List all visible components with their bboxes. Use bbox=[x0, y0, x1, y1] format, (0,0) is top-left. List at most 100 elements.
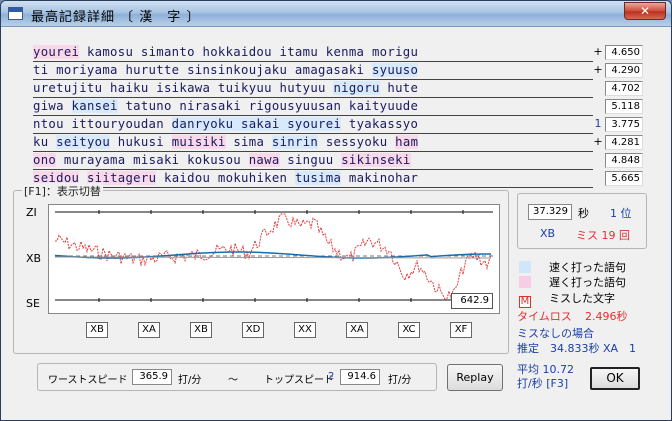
graph-canvas bbox=[54, 210, 493, 302]
word-segment: muisiki bbox=[171, 135, 226, 149]
graph-group: [F1]：表示切替 ZI XB SE 642.9 XB XA XB XD XX XA XC X… bbox=[13, 183, 509, 354]
average-speed-unit: 打/秒 [F3] bbox=[517, 377, 569, 390]
result-miss-count: ミス 19 回 bbox=[576, 229, 630, 242]
time-row: +4.281 bbox=[587, 134, 647, 152]
time-row: 4.702 bbox=[587, 80, 647, 98]
time-value: 4.290 bbox=[605, 63, 643, 78]
word-segment: sima bbox=[225, 135, 272, 149]
graph-value-box: 642.9 bbox=[451, 293, 493, 309]
word-segment: danryoku sakai syourei bbox=[171, 117, 342, 131]
word-row: yourei kamosu simanto hokkaidou itamu ke… bbox=[33, 44, 593, 62]
time-row: +4.650 bbox=[587, 44, 647, 62]
timeloss-label: タイムロス bbox=[517, 310, 572, 323]
word-segment: nawa bbox=[248, 153, 280, 167]
word-segment: ntou ittouryoudan bbox=[33, 117, 172, 131]
rank-label: XF bbox=[450, 322, 472, 338]
worst-speed-value: 365.9 bbox=[132, 369, 172, 385]
ok-button[interactable]: OK bbox=[590, 367, 640, 390]
word-row: ti moriyama hurutte sinsinkoujaku amagas… bbox=[33, 62, 593, 80]
word-segment: sessyoku bbox=[318, 135, 396, 149]
time-row: +4.290 bbox=[587, 62, 647, 80]
rank-label: XX bbox=[294, 322, 316, 338]
miss-swatch: M bbox=[519, 296, 531, 308]
word-row: ono murayama misaki kokusou nawa singuu … bbox=[33, 152, 593, 170]
time-mark: 1 bbox=[594, 117, 602, 130]
word-segment: hute bbox=[379, 81, 419, 95]
word-segment: tatuno nirasaki rigousyuusan kaityuude bbox=[117, 99, 419, 113]
time-value: 4.702 bbox=[605, 81, 643, 96]
word-row: giwa kansei tatuno nirasaki rigousyuusan… bbox=[33, 98, 593, 116]
window-icon bbox=[8, 7, 23, 20]
word-segment: sikinseki bbox=[341, 153, 411, 167]
word-segment: ku bbox=[33, 135, 57, 149]
word-segment: tyakassyo bbox=[341, 117, 419, 131]
word-segment: singuu bbox=[279, 153, 342, 167]
no-miss-heading: ミスなしの場合 bbox=[517, 327, 594, 340]
legend-slow: 遅く打った語句 bbox=[519, 274, 626, 290]
worst-speed-unit: 打/分 bbox=[178, 375, 202, 386]
title-bar[interactable]: 最高記録詳細 〔 漢 字 〕 ✕ bbox=[1, 1, 671, 27]
time-value: 4.650 bbox=[605, 45, 643, 60]
result-time: 37.329 bbox=[528, 204, 572, 220]
legend-miss: M ミスした文字 bbox=[519, 290, 615, 308]
time-value: 4.281 bbox=[605, 135, 643, 150]
word-segment: yourei bbox=[33, 45, 80, 59]
replay-button[interactable]: Replay bbox=[447, 364, 503, 391]
word-segment: uretujitu haiku isikawa tuikyuu hutyuu bbox=[33, 81, 334, 95]
word-segment: hukusi bbox=[110, 135, 172, 149]
word-segment: ham bbox=[395, 135, 419, 149]
time-value: 5.665 bbox=[605, 171, 643, 186]
word-row: seidou siitageru kaidou mokuhiken tusima… bbox=[33, 170, 593, 188]
word-segment: tusima bbox=[294, 171, 342, 185]
rank-label: XA bbox=[346, 322, 368, 338]
rank-label: XC bbox=[398, 322, 420, 338]
word-list: yourei kamosu simanto hokkaidou itamu ke… bbox=[33, 44, 593, 188]
rank-label: XB bbox=[190, 322, 212, 338]
result-grade: XB bbox=[540, 227, 556, 240]
word-segment: sinrin bbox=[271, 135, 319, 149]
time-value: 4.848 bbox=[605, 153, 643, 168]
time-row: 4.848 bbox=[587, 152, 647, 170]
word-segment: kamosu simanto hokkaidou itamu kenma mor… bbox=[79, 45, 419, 59]
speed-panel: ワーストスピード 365.9 打/分 〜 トップスピード 2 914.6 打/分 bbox=[37, 363, 437, 391]
word-segment: ono bbox=[33, 153, 57, 167]
record-detail-window: 最高記録詳細 〔 漢 字 〕 ✕ yourei kamosu simanto h… bbox=[0, 0, 672, 421]
top-speed-label: トップスピード bbox=[264, 375, 334, 386]
time-mark: + bbox=[593, 135, 603, 148]
speed-range-tilde: 〜 bbox=[228, 375, 238, 386]
legend-slow-label: 遅く打った語句 bbox=[549, 276, 626, 289]
time-row: 1 3.775 bbox=[587, 116, 647, 134]
y-label-top: ZI bbox=[26, 206, 37, 219]
result-rank: 1 位 bbox=[610, 207, 632, 220]
word-segment: kansei bbox=[71, 99, 118, 113]
word-segment: kaidou mokuhiken bbox=[156, 171, 295, 185]
window-title: 最高記録詳細 〔 漢 字 〕 bbox=[31, 10, 201, 25]
speed-graph[interactable]: 642.9 bbox=[48, 204, 500, 314]
top-speed-value: 914.6 bbox=[340, 369, 380, 385]
word-segment: seityou bbox=[56, 135, 111, 149]
timeloss-value: 2.496秒 bbox=[585, 310, 628, 323]
result-panel: 37.329 秒 1 位 XB ミス 19 回 bbox=[517, 193, 647, 249]
word-row: ku seityou hukusi muisiki sima sinrin se… bbox=[33, 134, 593, 152]
y-label-mid: XB bbox=[26, 252, 42, 265]
y-label-bottom: SE bbox=[26, 297, 40, 310]
time-value: 5.118 bbox=[605, 99, 643, 114]
legend-miss-label: ミスした文字 bbox=[549, 292, 615, 305]
time-row: 5.118 bbox=[587, 98, 647, 116]
word-row: uretujitu haiku isikawa tuikyuu hutyuu n… bbox=[33, 80, 593, 98]
word-segment: syuuso bbox=[371, 63, 419, 77]
close-button[interactable]: ✕ bbox=[624, 2, 666, 20]
client-area: yourei kamosu simanto hokkaidou itamu ke… bbox=[7, 28, 665, 416]
slow-swatch bbox=[519, 276, 531, 288]
word-segment: nigoru bbox=[333, 81, 380, 95]
time-row: 5.665 bbox=[587, 170, 647, 188]
top-speed-unit: 打/分 bbox=[388, 375, 412, 386]
word-segment: giwa bbox=[33, 99, 72, 113]
word-segment: murayama misaki kokusou bbox=[56, 153, 249, 167]
word-row: ntou ittouryoudan danryoku sakai syourei… bbox=[33, 116, 593, 134]
worst-speed-label: ワーストスピード bbox=[48, 375, 128, 386]
legend-fast-label: 速く打った語句 bbox=[549, 261, 626, 274]
graph-legend: [F1]：表示切替 bbox=[22, 183, 103, 199]
word-segment: ti moriyama hurutte sinsinkoujaku amagas… bbox=[33, 63, 372, 77]
no-miss-estimate: 推定 34.833秒 XA 1 bbox=[517, 342, 637, 355]
